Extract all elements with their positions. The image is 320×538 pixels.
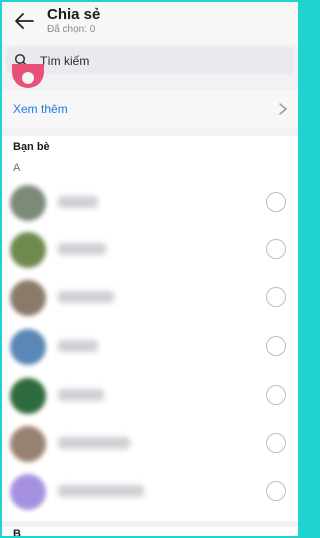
section-divider [2,521,298,527]
contact-name-redacted [58,291,114,303]
search-placeholder: Tìm kiếm [40,54,90,68]
select-radio[interactable] [266,192,286,212]
avatar [10,185,46,221]
avatar [10,280,46,316]
select-radio[interactable] [266,287,286,307]
select-radio[interactable] [266,239,286,259]
contact-name-redacted [58,340,98,352]
list-item[interactable] [2,181,298,225]
letter-header: B [13,528,21,536]
contact-name-redacted [58,437,130,449]
friends-section: Bạn bè A B [2,136,298,536]
search-input[interactable]: Tìm kiếm [6,47,294,74]
section-title: Bạn bè [13,141,50,153]
contact-name-redacted [58,485,144,497]
header-bar: Chia sẻ Đã chọn: 0 [2,2,298,44]
chevron-right-icon [279,103,288,115]
avatar [10,329,46,365]
back-arrow-icon [15,13,34,29]
select-radio[interactable] [266,336,286,356]
list-item[interactable] [2,422,298,466]
avatar [10,426,46,462]
letter-header: A [13,162,21,174]
selected-count: Đã chọn: 0 [47,24,96,35]
avatar [10,378,46,414]
list-item[interactable] [2,276,298,320]
contact-name-redacted [58,243,106,255]
avatar [10,474,46,510]
list-item[interactable] [2,228,298,272]
list-item[interactable] [2,374,298,418]
list-item[interactable] [2,470,298,514]
avatar[interactable] [12,64,44,88]
contact-name-redacted [58,389,104,401]
avatar [10,232,46,268]
see-more-link[interactable]: Xem thêm [13,102,68,116]
back-button[interactable] [14,11,34,31]
list-item[interactable] [2,325,298,369]
share-screen: Chia sẻ Đã chọn: 0 Tìm kiếm Xem thêm Bạn… [2,2,298,536]
select-radio[interactable] [266,433,286,453]
contact-name-redacted [58,196,98,208]
page-title: Chia sẻ [47,6,101,23]
select-radio[interactable] [266,481,286,501]
select-radio[interactable] [266,385,286,405]
see-more-row[interactable]: Xem thêm [2,90,298,128]
